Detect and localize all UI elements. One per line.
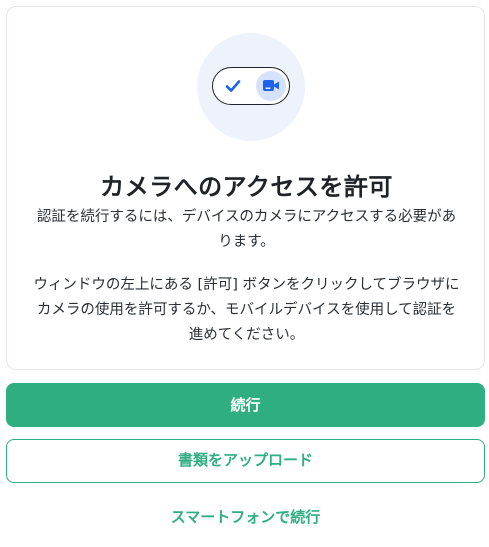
toggle-knob: [256, 71, 286, 101]
permission-instructions: ウィンドウの左上にある [許可] ボタンをクリックしてブラウザにカメラの使用を許…: [33, 277, 460, 343]
permission-toggle-graphic: [212, 67, 290, 105]
continue-on-smartphone-link[interactable]: スマートフォンで続行: [6, 497, 485, 537]
check-icon: [225, 80, 241, 92]
permission-card: カメラへのアクセスを許可 認証を続行するには、デバイスのカメラにアクセスする必要…: [6, 6, 485, 370]
camera-permission-page: カメラへのアクセスを許可 認証を続行するには、デバイスのカメラにアクセスする必要…: [0, 0, 489, 547]
continue-button[interactable]: 続行: [6, 383, 485, 427]
video-camera-icon: [263, 80, 279, 91]
upload-document-button[interactable]: 書類をアップロード: [6, 439, 485, 483]
permission-illustration: [197, 33, 305, 141]
permission-description: 認証を続行するには、デバイスのカメラにアクセスする必要があります。: [36, 209, 457, 250]
page-title: カメラへのアクセスを許可: [100, 173, 393, 201]
